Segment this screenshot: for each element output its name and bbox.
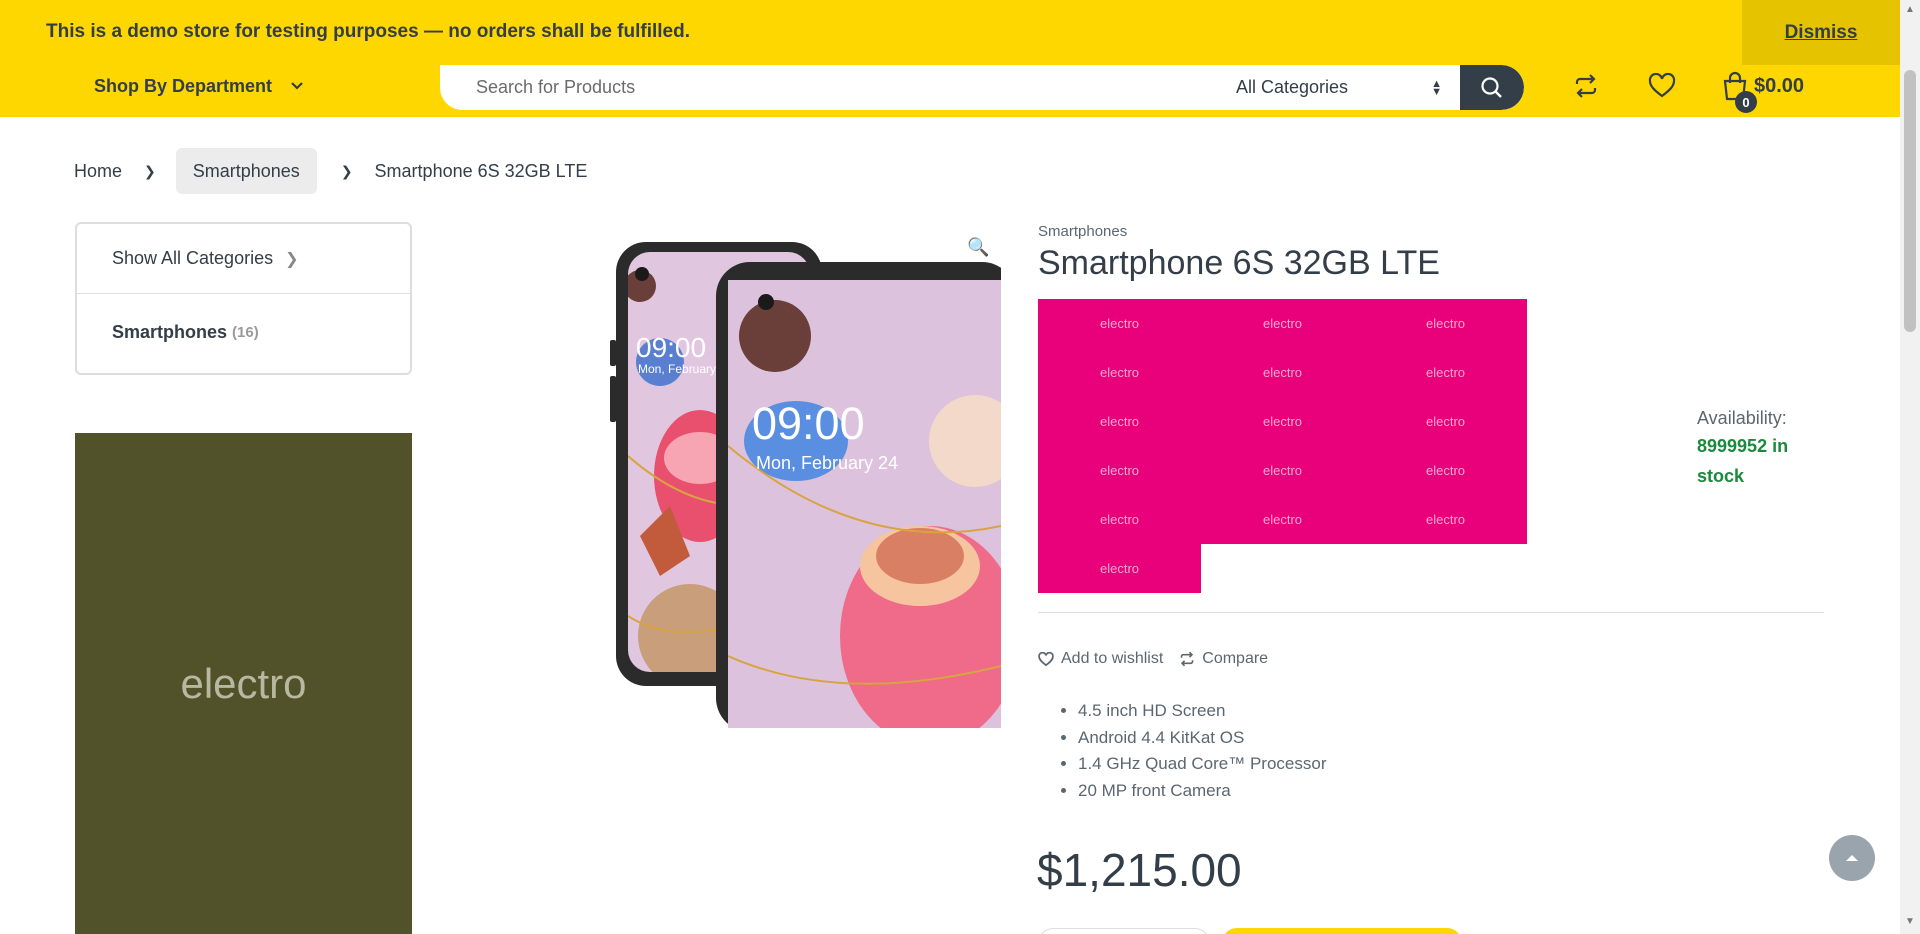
brand-tile: electro — [1038, 299, 1201, 348]
quantity-input[interactable] — [1038, 928, 1210, 934]
compare-header-button[interactable] — [1573, 73, 1599, 104]
department-label: Shop By Department — [94, 75, 273, 96]
heart-icon — [1038, 651, 1054, 666]
brand-tile: electro — [1364, 397, 1527, 446]
scrollbar[interactable]: ▲ ▼ — [1900, 0, 1920, 934]
cart-total: $0.00 — [1754, 74, 1805, 97]
product-category-link[interactable]: Smartphones — [1038, 223, 1127, 240]
brand-tile: electro — [1038, 397, 1201, 446]
wishlist-label: Add to wishlist — [1061, 650, 1164, 667]
chevron-right-icon: ❯ — [340, 162, 353, 179]
back-screen-time: 09:00 — [636, 332, 706, 363]
search-button[interactable] — [1460, 65, 1524, 110]
product-price: $1,215.00 — [1037, 844, 1242, 896]
sidebar-banner[interactable]: electro — [75, 433, 412, 934]
brand-tile: electro — [1364, 348, 1527, 397]
scroll-to-top-button[interactable] — [1829, 835, 1875, 881]
brand-tile: electro — [1364, 299, 1527, 348]
chevron-down-icon — [291, 82, 303, 90]
brand-tile: electro — [1038, 446, 1201, 495]
chevron-up-icon — [1846, 855, 1858, 861]
dismiss-link[interactable]: Dismiss — [1742, 0, 1900, 65]
front-screen-date: Mon, February 24 — [756, 453, 898, 473]
demo-store-notice: This is a demo store for testing purpose… — [0, 0, 1900, 65]
brand-tile: electro — [1038, 544, 1201, 593]
availability-label: Availability: — [1697, 408, 1787, 428]
header-bar: Shop By Department All Categories ▲▼ 0 $… — [0, 65, 1900, 117]
category-item-label: Smartphones — [112, 322, 228, 342]
brand-tile: electro — [1201, 348, 1364, 397]
scrollbar-thumb[interactable] — [1904, 70, 1916, 332]
product-image[interactable]: 09:00 Mon, February 09:00 Mon, February … — [600, 236, 1001, 728]
brand-tile: electro — [1364, 446, 1527, 495]
heart-icon — [1648, 72, 1676, 98]
divider — [1038, 612, 1824, 613]
back-screen-date: Mon, February — [638, 362, 716, 376]
scroll-up-arrow-icon[interactable]: ▲ — [1905, 4, 1915, 15]
cart-button[interactable]: 0 $0.00 — [1722, 71, 1805, 113]
cart-count-badge: 0 — [1735, 91, 1757, 113]
notice-text: This is a demo store for testing purpose… — [46, 21, 690, 42]
smartphone-image: 09:00 Mon, February 09:00 Mon, February … — [610, 242, 1001, 728]
show-all-label: Show All Categories — [112, 248, 274, 268]
breadcrumb-category[interactable]: Smartphones — [175, 148, 317, 194]
add-to-cart-button[interactable] — [1222, 928, 1462, 934]
compare-icon — [1575, 74, 1597, 98]
breadcrumb: Home ❯ Smartphones ❯ Smartphone 6S 32GB … — [74, 148, 587, 194]
brand-tile: electro — [1038, 348, 1201, 397]
breadcrumb-current: Smartphone 6S 32GB LTE — [374, 160, 588, 181]
show-all-categories-link[interactable]: Show All Categories ❯ — [77, 224, 410, 294]
breadcrumb-home[interactable]: Home — [74, 161, 122, 182]
availability-value: 8999952 in stock — [1697, 436, 1789, 486]
select-arrows-icon: ▲ ▼ — [1431, 77, 1442, 98]
category-widget: Show All Categories ❯ Smartphones (16) — [75, 222, 412, 375]
search-input[interactable] — [476, 65, 1116, 110]
product-title: Smartphone 6S 32GB LTE — [1038, 244, 1440, 282]
category-count: (16) — [232, 324, 259, 341]
chevron-right-icon: ❯ — [285, 250, 299, 268]
compare-link[interactable]: Compare — [1179, 650, 1268, 668]
product-actions: Add to wishlist Compare — [1038, 650, 1284, 668]
brand-logo-grid: electro electro electro electro electro … — [1038, 299, 1528, 593]
feature-list: 4.5 inch HD Screen Android 4.4 KitKat OS… — [1078, 698, 1326, 804]
feature-item: 1.4 GHz Quad Core™ Processor — [1078, 751, 1326, 778]
search-icon — [1481, 76, 1502, 98]
shop-by-department-button[interactable]: Shop By Department — [94, 65, 304, 107]
add-to-wishlist-link[interactable]: Add to wishlist — [1038, 650, 1163, 668]
scroll-down-arrow-icon[interactable]: ▼ — [1905, 916, 1915, 927]
brand-tile: electro — [1038, 495, 1201, 544]
brand-tile: electro — [1201, 495, 1364, 544]
feature-item: Android 4.4 KitKat OS — [1078, 725, 1326, 752]
brand-tile: electro — [1201, 299, 1364, 348]
compare-label: Compare — [1202, 650, 1269, 667]
feature-item: 20 MP front Camera — [1078, 778, 1326, 805]
wishlist-header-button[interactable] — [1648, 72, 1676, 104]
feature-item: 4.5 inch HD Screen — [1078, 698, 1326, 725]
front-screen-time: 09:00 — [752, 398, 865, 449]
banner-text: electro — [180, 659, 307, 707]
chevron-right-icon: ❯ — [144, 162, 156, 179]
brand-tile: electro — [1201, 397, 1364, 446]
category-select[interactable]: All Categories ▲ ▼ — [1216, 65, 1452, 110]
zoom-icon[interactable]: 🔍 — [967, 237, 989, 258]
compare-icon — [1180, 651, 1194, 667]
search-bar: All Categories ▲▼ — [440, 65, 1524, 110]
category-item-smartphones[interactable]: Smartphones (16) — [77, 294, 410, 371]
brand-tile: electro — [1201, 446, 1364, 495]
category-select-value: All Categories — [1236, 77, 1349, 97]
brand-tile: electro — [1364, 495, 1527, 544]
